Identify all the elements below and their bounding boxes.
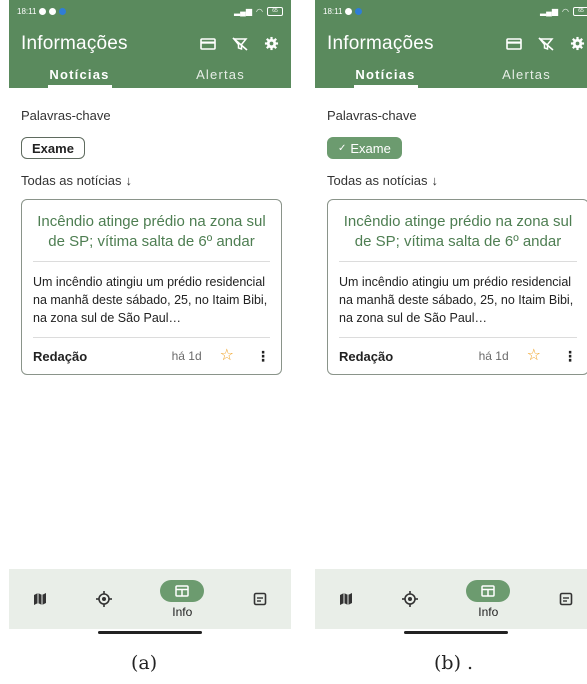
gear-icon[interactable] bbox=[570, 36, 585, 51]
info-icon bbox=[175, 584, 189, 597]
status-time: 18:11 bbox=[17, 6, 37, 16]
home-indicator[interactable] bbox=[98, 631, 202, 634]
keyword-chip-selected[interactable]: ✓ Exame bbox=[327, 137, 402, 159]
card-source: Redação bbox=[339, 348, 394, 364]
caption-a: (a) bbox=[131, 652, 158, 674]
status-bar: 18:11 ▂▄▆ ◠ 65 bbox=[315, 0, 587, 22]
more-vert-icon[interactable]: ⋮ bbox=[256, 349, 270, 363]
battery-icon: 65 bbox=[267, 6, 283, 16]
nav-location[interactable] bbox=[95, 591, 112, 607]
screen-a: 18:11 ▂▄▆ ◠ 65 Informações Notícias Aler… bbox=[9, 0, 291, 645]
card-summary: Um incêndio atingiu um prédio residencia… bbox=[33, 262, 270, 339]
wifi-icon: ◠ bbox=[562, 6, 569, 16]
screen-b: 18:11 ▂▄▆ ◠ 65 Informações Notícias Aler… bbox=[315, 0, 587, 645]
filter-off-icon[interactable] bbox=[232, 36, 248, 51]
filter-off-icon[interactable] bbox=[538, 36, 554, 51]
star-outline-icon[interactable]: ☆ bbox=[220, 348, 234, 364]
keywords-label: Palavras-chave bbox=[21, 108, 111, 123]
home-indicator[interactable] bbox=[404, 631, 508, 634]
signal-icon: ▂▄▆ bbox=[234, 6, 253, 16]
page-title: Informações bbox=[21, 32, 128, 54]
card-time: há 1d bbox=[478, 349, 509, 364]
notification-icon bbox=[345, 7, 353, 15]
arrow-down-icon: ↓ bbox=[431, 173, 438, 188]
nav-location[interactable] bbox=[401, 591, 418, 607]
news-card[interactable]: Incêndio atinge prédio na zona sul de SP… bbox=[21, 199, 282, 376]
location-icon bbox=[95, 591, 112, 607]
tab-bar: Notícias Alertas bbox=[9, 65, 291, 88]
tab-noticias[interactable]: Notícias bbox=[315, 65, 456, 88]
tab-label: Alertas bbox=[502, 67, 551, 82]
star-outline-icon[interactable]: ☆ bbox=[527, 348, 541, 364]
card-source: Redação bbox=[33, 348, 88, 364]
signal-icon: ▂▄▆ bbox=[540, 6, 559, 16]
location-icon bbox=[401, 591, 418, 607]
status-time: 18:11 bbox=[323, 6, 343, 16]
all-news-label: Todas as notícias bbox=[21, 173, 122, 188]
card-summary: Um incêndio atingiu um prédio residencia… bbox=[339, 262, 577, 339]
tab-indicator bbox=[353, 85, 418, 88]
arrow-down-icon: ↓ bbox=[125, 173, 132, 188]
all-news-sort[interactable]: Todas as notícias ↓ bbox=[21, 173, 279, 188]
tab-indicator bbox=[47, 85, 112, 88]
page-title: Informações bbox=[327, 32, 434, 54]
card-time: há 1d bbox=[171, 349, 202, 364]
app-bar: Informações bbox=[315, 22, 587, 65]
map-icon bbox=[34, 593, 47, 605]
tab-bar: Notícias Alertas bbox=[315, 65, 587, 88]
map-icon bbox=[340, 593, 353, 605]
news-card[interactable]: Incêndio atinge prédio na zona sul de SP… bbox=[327, 199, 587, 376]
tab-alertas[interactable]: Alertas bbox=[456, 65, 587, 88]
all-news-sort[interactable]: Todas as notícias ↓ bbox=[327, 173, 585, 188]
nav-documents[interactable] bbox=[559, 592, 573, 606]
keywords-label: Palavras-chave bbox=[327, 108, 417, 123]
keyword-chip[interactable]: Exame bbox=[21, 137, 85, 159]
notification-icon bbox=[59, 7, 67, 15]
check-icon: ✓ bbox=[338, 142, 347, 154]
notification-icon bbox=[49, 7, 57, 15]
document-icon bbox=[559, 592, 573, 606]
battery-icon: 65 bbox=[573, 6, 587, 16]
chip-label: Exame bbox=[350, 140, 391, 156]
nav-active-indicator bbox=[160, 579, 205, 602]
app-bar: Informações bbox=[9, 22, 291, 65]
nav-info[interactable]: Info bbox=[160, 579, 205, 619]
nav-info-label: Info bbox=[172, 604, 193, 619]
gear-icon[interactable] bbox=[264, 36, 279, 51]
document-icon bbox=[253, 592, 267, 606]
bottom-navigation: Info bbox=[315, 569, 587, 629]
tab-noticias[interactable]: Notícias bbox=[9, 65, 150, 88]
chip-label: Exame bbox=[32, 140, 74, 156]
card-title[interactable]: Incêndio atinge prédio na zona sul de SP… bbox=[339, 212, 577, 262]
nav-info-label: Info bbox=[478, 604, 499, 619]
info-icon bbox=[481, 584, 495, 597]
nav-map[interactable] bbox=[33, 592, 47, 606]
card-icon[interactable] bbox=[200, 37, 216, 51]
more-vert-icon[interactable]: ⋮ bbox=[563, 349, 577, 363]
nav-info[interactable]: Info bbox=[466, 579, 511, 619]
nav-documents[interactable] bbox=[253, 592, 267, 606]
caption-b: (b) . bbox=[434, 652, 474, 674]
tab-label: Alertas bbox=[196, 67, 245, 82]
all-news-label: Todas as notícias bbox=[327, 173, 428, 188]
tab-alertas[interactable]: Alertas bbox=[150, 65, 291, 88]
notification-icon bbox=[355, 7, 363, 15]
notification-icon bbox=[39, 7, 47, 15]
wifi-icon: ◠ bbox=[256, 6, 263, 16]
card-icon[interactable] bbox=[506, 37, 522, 51]
nav-map[interactable] bbox=[339, 592, 353, 606]
tab-label: Notícias bbox=[355, 67, 416, 82]
bottom-navigation: Info bbox=[9, 569, 291, 629]
card-title[interactable]: Incêndio atinge prédio na zona sul de SP… bbox=[33, 212, 270, 262]
tab-label: Notícias bbox=[49, 67, 110, 82]
status-bar: 18:11 ▂▄▆ ◠ 65 bbox=[9, 0, 291, 22]
nav-active-indicator bbox=[466, 579, 511, 602]
